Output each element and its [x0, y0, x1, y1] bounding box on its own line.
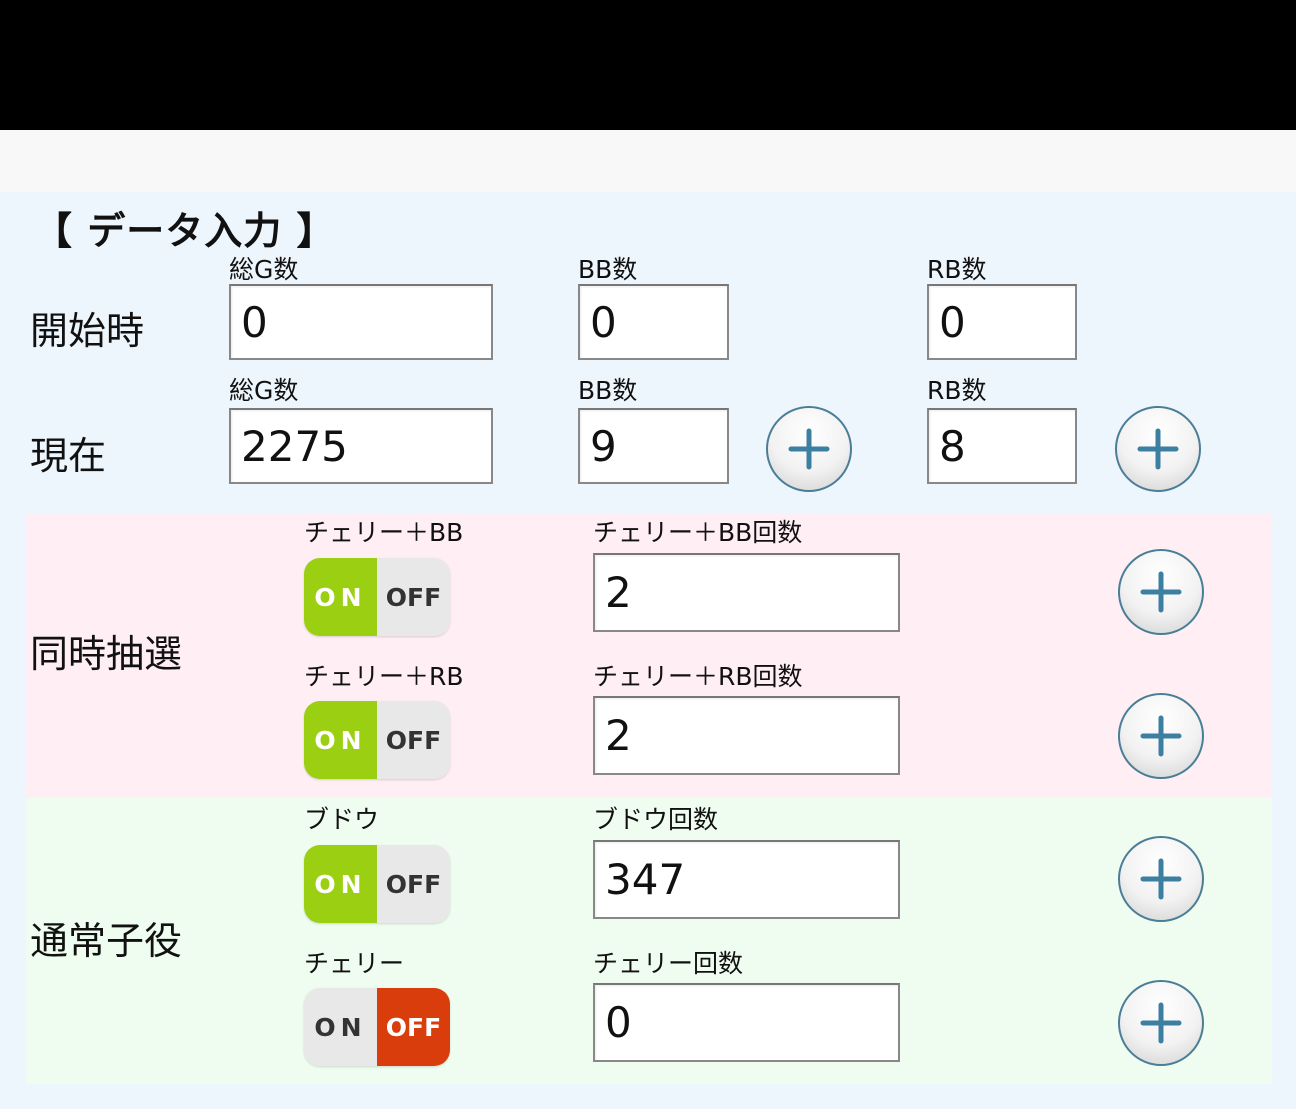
- increment-bb-button[interactable]: [766, 406, 852, 492]
- grape-toggle-label: ブドウ: [304, 805, 380, 834]
- section-title: 【 データ入力 】: [34, 209, 336, 253]
- cherry-bb-toggle[interactable]: ON OFF: [304, 558, 450, 636]
- current-bb-input[interactable]: [578, 408, 729, 484]
- current-total-games-label: 総G数: [229, 376, 299, 405]
- plus-icon: [1140, 715, 1182, 757]
- toggle-on-label: ON: [304, 988, 377, 1066]
- start-total-games-label: 総G数: [229, 255, 299, 284]
- toggle-off-label: OFF: [377, 701, 450, 779]
- cherry-bb-count-label: チェリー＋BB回数: [593, 518, 803, 547]
- grape-count-input[interactable]: [593, 840, 900, 919]
- toggle-off-label: OFF: [377, 558, 450, 636]
- cherry-count-input[interactable]: [593, 983, 900, 1062]
- current-total-games-input[interactable]: [229, 408, 493, 484]
- current-rb-label: RB数: [927, 376, 987, 405]
- grape-toggle[interactable]: ON OFF: [304, 845, 450, 923]
- current-bb-label: BB数: [578, 376, 638, 405]
- cherry-bb-toggle-label: チェリー＋BB: [304, 518, 464, 547]
- grape-count-label: ブドウ回数: [593, 805, 719, 834]
- simultaneous-row-label: 同時抽選: [30, 632, 183, 676]
- current-row-label: 現在: [30, 434, 107, 478]
- app-bar: [0, 130, 1296, 192]
- plus-icon: [788, 428, 830, 470]
- cherry-count-label: チェリー回数: [593, 949, 744, 978]
- status-bar: [0, 0, 1296, 130]
- toggle-off-label: OFF: [377, 845, 450, 923]
- start-row-label: 開始時: [30, 309, 145, 353]
- start-rb-input[interactable]: [927, 284, 1077, 360]
- plus-icon: [1140, 858, 1182, 900]
- toggle-on-label: ON: [304, 558, 377, 636]
- start-bb-input[interactable]: [578, 284, 729, 360]
- start-bb-label: BB数: [578, 255, 638, 284]
- increment-cherry-rb-button[interactable]: [1118, 693, 1204, 779]
- toggle-on-label: ON: [304, 845, 377, 923]
- plus-icon: [1140, 571, 1182, 613]
- increment-cherry-bb-button[interactable]: [1118, 549, 1204, 635]
- cherry-toggle[interactable]: ON OFF: [304, 988, 450, 1066]
- current-rb-input[interactable]: [927, 408, 1077, 484]
- cherry-rb-toggle-label: チェリー＋RB: [304, 662, 464, 691]
- cherry-rb-toggle[interactable]: ON OFF: [304, 701, 450, 779]
- normal-roles-row-label: 通常子役: [30, 919, 183, 963]
- start-total-games-input[interactable]: [229, 284, 493, 360]
- cherry-bb-count-input[interactable]: [593, 553, 900, 632]
- plus-icon: [1140, 1002, 1182, 1044]
- cherry-rb-count-label: チェリー＋RB回数: [593, 662, 803, 691]
- start-rb-label: RB数: [927, 255, 987, 284]
- increment-rb-button[interactable]: [1115, 406, 1201, 492]
- cherry-toggle-label: チェリー: [304, 949, 405, 978]
- cherry-rb-count-input[interactable]: [593, 696, 900, 775]
- plus-icon: [1137, 428, 1179, 470]
- increment-cherry-button[interactable]: [1118, 980, 1204, 1066]
- increment-grape-button[interactable]: [1118, 836, 1204, 922]
- toggle-on-label: ON: [304, 701, 377, 779]
- toggle-off-label: OFF: [377, 988, 450, 1066]
